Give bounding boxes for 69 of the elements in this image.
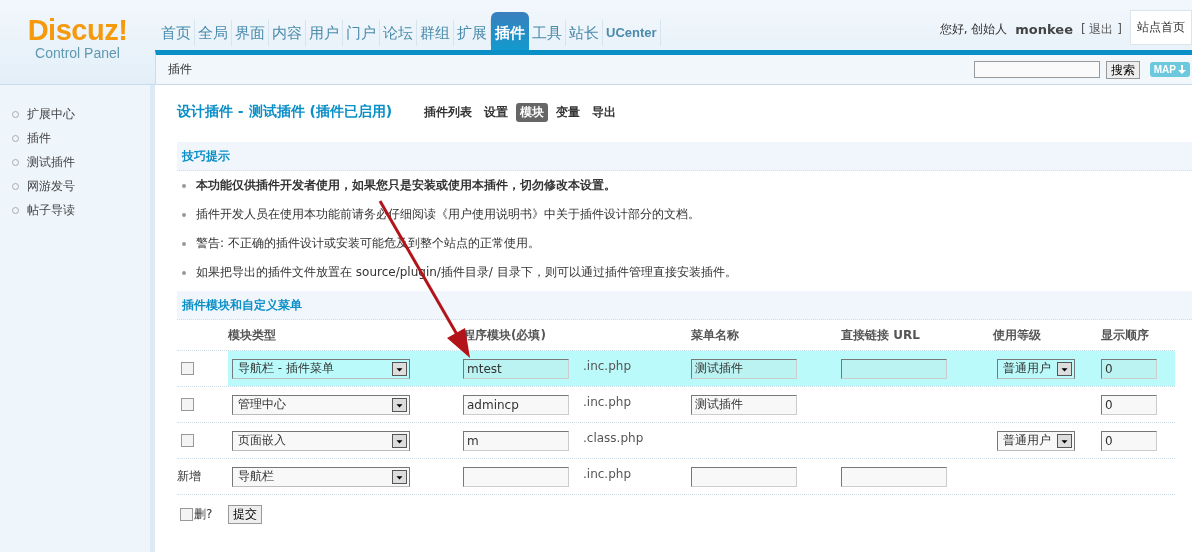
column-header: 显示顺序	[1101, 326, 1149, 344]
dropdown[interactable]: 页面嵌入	[232, 430, 410, 451]
column-header: 直接链接 URL	[841, 326, 920, 344]
tip-text: 本功能仅供插件开发者使用，如果您只是安装或使用本插件，切勿修改本设置。	[196, 177, 616, 194]
nav-tab[interactable]: 插件	[491, 12, 529, 50]
nav-tab[interactable]: 界面	[232, 20, 269, 46]
delete-label: 删?	[194, 505, 213, 523]
text-field[interactable]: mtest	[463, 358, 569, 379]
page-title: 设计插件 - 测试插件 (插件已启用)	[177, 103, 393, 121]
section-header: 技巧提示	[177, 142, 1192, 171]
checkbox[interactable]	[181, 398, 194, 411]
logo: Discuz!	[27, 16, 128, 44]
section-header: 插件模块和自定义菜单	[177, 291, 1192, 320]
dropdown[interactable]: 普通用户	[997, 430, 1075, 451]
sidebar-item[interactable]: 扩展中心	[0, 102, 150, 126]
search-field[interactable]	[973, 61, 1100, 78]
search-button[interactable]: 搜索	[1105, 60, 1140, 79]
file-suffix: .inc.php	[582, 394, 631, 409]
text-field[interactable]	[463, 466, 569, 487]
text-field[interactable]: 测试插件	[691, 394, 797, 415]
text-field[interactable]	[691, 466, 797, 487]
dropdown[interactable]: 普通用户	[997, 358, 1075, 379]
breadcrumb: 插件	[168, 62, 192, 76]
nav-tab[interactable]: 内容	[269, 20, 306, 46]
nav-tab[interactable]: 工具	[529, 20, 566, 46]
site-home-link[interactable]: 站点首页	[1130, 10, 1192, 45]
text-field[interactable]: m	[463, 430, 569, 451]
sidebar-item[interactable]: 网游发号	[0, 174, 150, 198]
sidebar-item[interactable]: 测试插件	[0, 150, 150, 174]
dropdown[interactable]: 管理中心	[232, 394, 410, 415]
file-suffix: .inc.php	[582, 466, 631, 481]
checkbox[interactable]	[181, 434, 194, 447]
nav-tab[interactable]: 首页	[158, 20, 195, 46]
dropdown[interactable]: 导航栏	[232, 466, 410, 487]
sidebar-item[interactable]: 帖子导读	[0, 198, 150, 222]
nav-tab[interactable]: 门户	[343, 20, 380, 46]
tab[interactable]: 模块	[516, 102, 549, 122]
file-suffix: .class.php	[582, 430, 644, 445]
checkbox[interactable]	[180, 507, 193, 521]
nav-tab[interactable]: 站长	[566, 20, 603, 46]
text-field[interactable]: 0	[1101, 394, 1157, 415]
greeting: 您好, 创始人	[939, 21, 1008, 38]
tab[interactable]: 变量	[552, 102, 585, 122]
nav-tab[interactable]: 论坛	[380, 20, 417, 46]
dropdown[interactable]: 导航栏 - 插件菜单	[232, 358, 410, 379]
tab[interactable]: 设置	[480, 102, 513, 122]
column-header: 菜单名称	[691, 326, 739, 344]
column-header: 模块类型	[228, 326, 276, 344]
text-field[interactable]: 0	[1101, 358, 1157, 379]
tab[interactable]: 插件列表	[420, 102, 477, 122]
column-header: 使用等级	[993, 326, 1041, 344]
checkbox[interactable]	[181, 362, 194, 375]
nav-tab[interactable]: 全局	[195, 20, 232, 46]
nav-tab[interactable]: 用户	[306, 20, 343, 46]
sidebar-item[interactable]: 插件	[0, 126, 150, 150]
tab[interactable]: 导出	[588, 102, 621, 122]
file-suffix: .inc.php	[582, 358, 631, 373]
text-field[interactable]: 测试插件	[691, 358, 797, 379]
down-arrow-icon	[1178, 65, 1186, 74]
row-label: 新增	[177, 468, 201, 485]
nav-tab[interactable]: 群组	[417, 20, 454, 46]
submit-button[interactable]: 提交	[228, 504, 263, 524]
url-field[interactable]	[841, 358, 947, 379]
logo-subtitle: Control Panel	[35, 44, 120, 62]
text-field[interactable]: 0	[1101, 430, 1157, 451]
url-field[interactable]	[841, 466, 947, 487]
text-field[interactable]: admincp	[463, 394, 569, 415]
logout-link[interactable]: [ 退出 ]	[1081, 21, 1122, 38]
username: monkee	[1015, 22, 1073, 37]
